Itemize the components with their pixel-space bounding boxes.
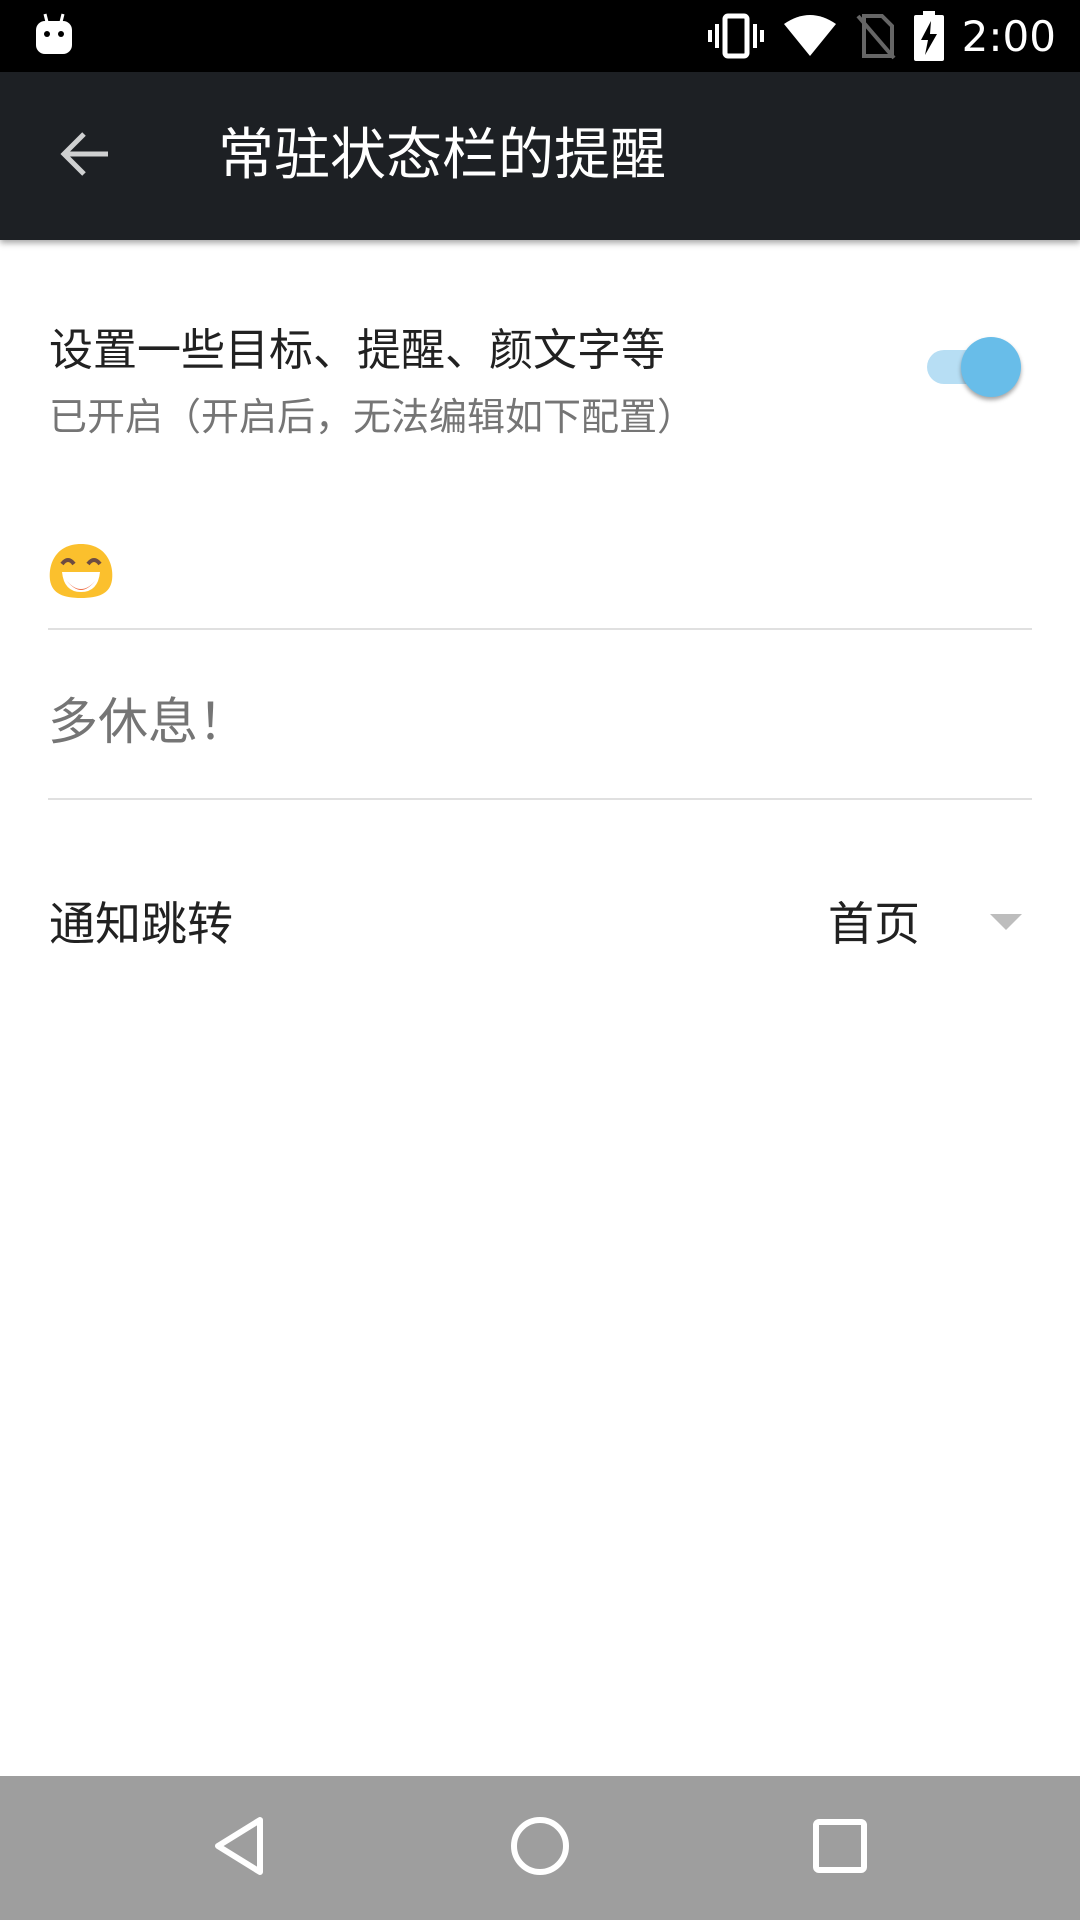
- page-title: 常驻状态栏的提醒: [218, 123, 666, 188]
- app-toolbar: 常驻状态栏的提醒: [0, 72, 1080, 240]
- wifi-icon: [782, 12, 838, 60]
- status-bar: 2:00: [0, 0, 1080, 72]
- battery-charging-icon: [913, 11, 944, 61]
- nav-home-button[interactable]: [490, 1798, 590, 1898]
- reminder-text-value: 多休息！: [48, 693, 248, 751]
- notification-jump-label: 通知跳转: [49, 897, 233, 951]
- nav-recents-button[interactable]: [790, 1798, 890, 1898]
- back-triangle-icon: [210, 1814, 270, 1882]
- dropdown-selected-value: 首页: [828, 897, 920, 951]
- notification-jump-dropdown[interactable]: 首页: [820, 880, 1040, 960]
- system-nav-bar: [0, 1776, 1080, 1920]
- status-bar-reminder-toggle-row[interactable]: 设置一些目标、提醒、颜文字等 已开启（开启后，无法编辑如下配置）: [0, 270, 1080, 439]
- toggle-subtitle: 已开启（开启后，无法编辑如下配置）: [49, 395, 696, 439]
- home-circle-icon: [508, 1814, 572, 1882]
- toggle-title: 设置一些目标、提醒、颜文字等: [49, 325, 665, 376]
- switch-thumb: [961, 337, 1021, 397]
- emoji-input[interactable]: [48, 510, 1032, 630]
- back-button[interactable]: [42, 112, 130, 200]
- dropdown-caret-icon: [990, 914, 1022, 930]
- recents-square-icon: [810, 1816, 870, 1880]
- arrow-back-icon: [60, 128, 112, 184]
- reminder-switch[interactable]: [925, 330, 1025, 402]
- android-app-icon: [34, 12, 74, 58]
- notification-jump-row: 通知跳转 首页: [0, 860, 1080, 960]
- nav-back-button[interactable]: [190, 1798, 290, 1898]
- no-sim-icon: [856, 12, 896, 60]
- reminder-text-input[interactable]: 多休息！: [48, 630, 1032, 800]
- smiling-face-emoji-icon: [48, 542, 114, 600]
- vibrate-icon: [707, 12, 764, 60]
- status-time: 2:00: [961, 11, 1056, 61]
